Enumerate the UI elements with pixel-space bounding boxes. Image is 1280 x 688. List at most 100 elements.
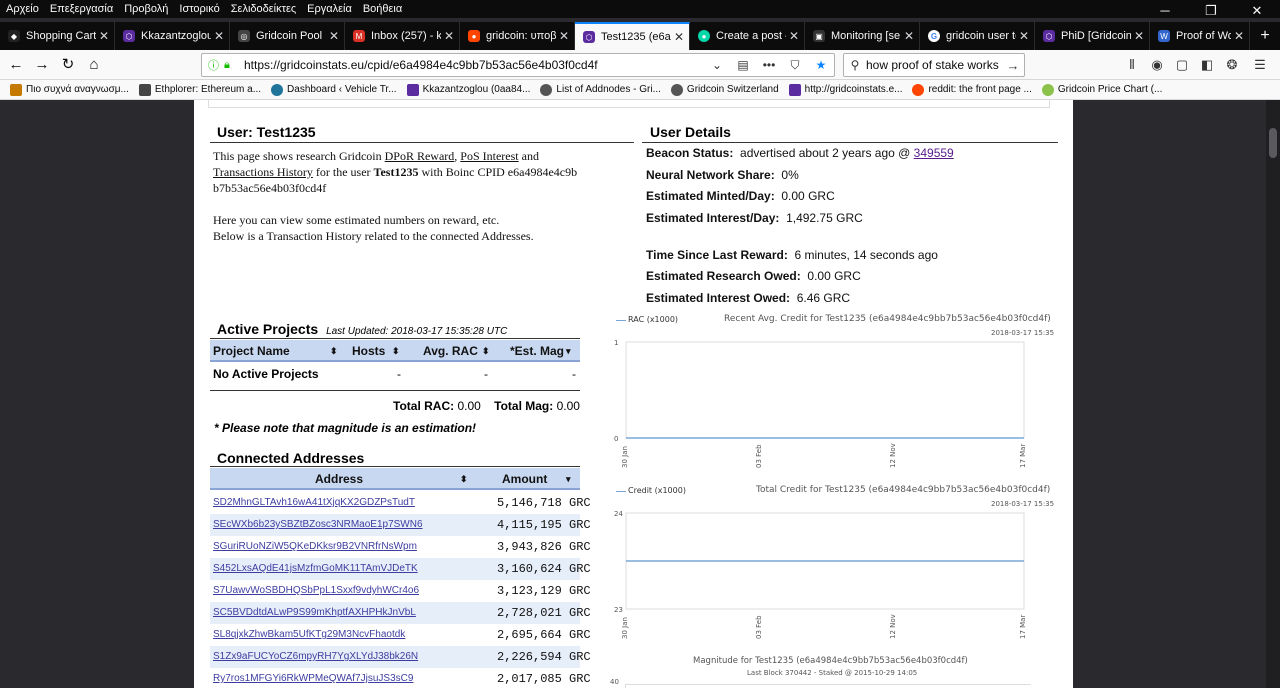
bookmark-item[interactable]: http://gridcoinstats.e... [788, 83, 902, 96]
tab-kkazantzoglou[interactable]: ⬡ Kkazantzoglou ✕ [115, 22, 230, 50]
library-icon[interactable]: ⫴ [1120, 54, 1144, 76]
sync-icon[interactable]: ◉ [1145, 54, 1169, 76]
address-link[interactable]: SEcWXb6b23ySBZtBZosc3NRMaoE1p7SWN6 [213, 519, 423, 530]
info-icon[interactable]: ⓘ [208, 57, 224, 73]
new-tab-button[interactable]: + [1250, 22, 1280, 50]
tab-reddit[interactable]: ● gridcoin: υποβ ✕ [460, 22, 575, 50]
block-link[interactable]: 349559 [914, 146, 954, 160]
tab-inbox[interactable]: M Inbox (257) - kk ✕ [345, 22, 460, 50]
menu-history[interactable]: Ιστορικό [173, 3, 224, 15]
tab-test1235[interactable]: ⬡ Test1235 (e6a4 ✕ [575, 22, 690, 50]
menu-view[interactable]: Προβολή [118, 3, 173, 15]
reader-view-icon[interactable]: ▤ [730, 58, 756, 72]
address-link[interactable]: Ry7ros1MFGYi6RkWPMeQWAf7JjsuJS3sC9 [213, 673, 413, 684]
back-arrow-icon[interactable]: ← [4, 54, 28, 76]
pocket-icon[interactable]: ⛉ [782, 58, 808, 73]
menu-help[interactable]: Βοήθεια [357, 3, 407, 15]
close-tab-icon[interactable]: ✕ [786, 29, 802, 43]
minimize-icon[interactable]: ─ [1142, 0, 1188, 24]
address-link[interactable]: S1Zx9aFUCYoCZ6mpyRH7YgXLYdJ38bk26N [213, 651, 418, 662]
menu-file[interactable]: Αρχείο [0, 3, 44, 15]
tab-google-search[interactable]: G gridcoin user te ✕ [920, 22, 1035, 50]
sidebar-icon[interactable]: ◧ [1195, 54, 1219, 76]
bookmark-item[interactable]: Ethplorer: Ethereum a... [138, 83, 261, 96]
bookmark-item[interactable]: Kkazantzoglou (0aa84... [406, 83, 530, 96]
menu-hamburger-icon[interactable]: ☰ [1248, 54, 1272, 76]
tab-create-post[interactable]: ● Create a post – ✕ [690, 22, 805, 50]
close-tab-icon[interactable]: ✕ [1016, 29, 1032, 43]
extension-icon[interactable]: ❂ [1220, 54, 1244, 76]
menu-bookmarks[interactable]: Σελιδοδείκτες [225, 3, 301, 15]
col-amount[interactable]: Amount [502, 472, 547, 486]
close-tab-icon[interactable]: ✕ [96, 29, 112, 43]
close-tab-icon[interactable]: ✕ [556, 29, 572, 43]
forward-arrow-icon[interactable]: → [30, 54, 54, 76]
sort-icon[interactable]: ⬍ [482, 346, 490, 357]
col-project-name[interactable]: Project Name [213, 344, 290, 358]
restore-icon[interactable]: ❐ [1188, 0, 1234, 24]
tab-phid[interactable]: ⬡ PhiD [Gridcoin ✕ [1035, 22, 1150, 50]
tab-shopping-cart[interactable]: ◆ Shopping Cart ✕ [0, 22, 115, 50]
url-text[interactable]: https://gridcoinstats.eu/cpid/e6a4984e4c… [244, 58, 704, 72]
address-link[interactable]: S7UawvWoSBDHQSbPpL1Sxxf9vdyhWCr4o6 [213, 585, 419, 596]
bookmark-item[interactable]: reddit: the front page ... [912, 83, 1032, 96]
bookmark-star-icon[interactable]: ★ [808, 58, 834, 72]
close-tab-icon[interactable]: ✕ [901, 29, 917, 43]
menu-edit[interactable]: Επεξεργασία [44, 3, 118, 15]
bookmark-item[interactable]: Gridcoin Price Chart (... [1041, 83, 1162, 96]
bookmark-item[interactable]: Πιο συχνά αναγνωσμ... [10, 83, 129, 96]
address-link[interactable]: SGuriRUoNZiW5QKeDKksr9B2VNRfrNsWpm [213, 541, 417, 552]
col-address[interactable]: Address [315, 472, 363, 486]
tab-monitoring[interactable]: ▣ Monitoring [se ✕ [805, 22, 920, 50]
address-link[interactable]: SC5BVDdtdALwP9S99mKhptfAXHPHkJnVbL [213, 607, 416, 618]
address-link[interactable]: SD2MhnGLTAvh16wA41tXjqKX2GDZPsTudT [213, 497, 415, 508]
tab-gridcoin-pool[interactable]: ◎ Gridcoin Pool ✕ [230, 22, 345, 50]
bookmark-item[interactable]: List of Addnodes - Gri... [540, 83, 661, 96]
col-avg-rac[interactable]: Avg. RAC [423, 344, 478, 358]
chart-legend: Credit (x1000) [628, 486, 686, 495]
sort-icon[interactable]: ⬍ [392, 346, 400, 357]
reload-icon[interactable]: ↻ [56, 54, 80, 76]
scrollbar[interactable] [1266, 100, 1280, 688]
amount-value: 3,943,826 GRC [497, 540, 591, 554]
col-hosts[interactable]: Hosts [352, 344, 385, 358]
table-row: SL8qjxkZhwBkam5UfKTg29M3NcvFhaotdk 2,695,… [210, 624, 591, 646]
search-go-icon[interactable]: → [1002, 58, 1024, 73]
bookmark-label: Gridcoin Switzerland [686, 84, 779, 95]
dpor-link[interactable]: DPoR Reward [385, 149, 455, 163]
address-link[interactable]: SL8qjxkZhwBkam5UfKTg29M3NcvFhaotdk [213, 629, 405, 640]
github-icon [670, 83, 683, 96]
x-tick-label: 17 Mar [1019, 444, 1027, 468]
close-tab-icon[interactable]: ✕ [1231, 29, 1247, 43]
dropdown-icon[interactable]: ⌄ [704, 58, 730, 72]
google-icon: G [928, 30, 940, 42]
sort-down-icon[interactable]: ▾ [566, 474, 571, 485]
search-bar[interactable]: ⚲ how proof of stake works → [843, 53, 1025, 77]
sort-icon[interactable]: ⬍ [330, 346, 338, 357]
page-actions-icon[interactable]: ••• [756, 58, 782, 72]
scrollbar-thumb[interactable] [1269, 128, 1277, 158]
close-tab-icon[interactable]: ✕ [441, 29, 457, 43]
close-tab-icon[interactable]: ✕ [1131, 29, 1147, 43]
transactions-link[interactable]: Transactions History [213, 165, 313, 179]
address-bar[interactable]: ⓘ 🔒︎ https://gridcoinstats.eu/cpid/e6a49… [201, 53, 835, 77]
close-tab-icon[interactable]: ✕ [671, 30, 687, 44]
screenshot-icon[interactable]: ▢ [1170, 54, 1194, 76]
wiki-icon: W [1158, 30, 1170, 42]
home-icon[interactable]: ⌂ [82, 54, 106, 76]
close-tab-icon[interactable]: ✕ [326, 29, 342, 43]
address-link[interactable]: S452LxsAQdE41jsMzfmGoMK11TAmVJDeTK [213, 563, 418, 574]
pos-link[interactable]: PoS Interest [460, 149, 518, 163]
total-mag-label: Total Mag: [494, 399, 554, 413]
bookmark-item[interactable]: Gridcoin Switzerland [670, 83, 779, 96]
close-window-icon[interactable]: ✕ [1234, 0, 1280, 24]
search-input[interactable]: how proof of stake works [866, 58, 1002, 72]
bookmark-item[interactable]: Dashboard ‹ Vehicle Tr... [271, 83, 397, 96]
tab-proof-of-work[interactable]: W Proof of Work ✕ [1150, 22, 1250, 50]
col-est-mag[interactable]: *Est. Mag [510, 344, 564, 358]
close-tab-icon[interactable]: ✕ [211, 29, 227, 43]
sort-down-icon[interactable]: ▾ [566, 346, 571, 357]
menu-tools[interactable]: Εργαλεία [301, 3, 357, 15]
sort-icon[interactable]: ⬍ [460, 474, 468, 485]
chart-title: Recent Avg. Credit for Test1235 (e6a4984… [724, 314, 1051, 324]
